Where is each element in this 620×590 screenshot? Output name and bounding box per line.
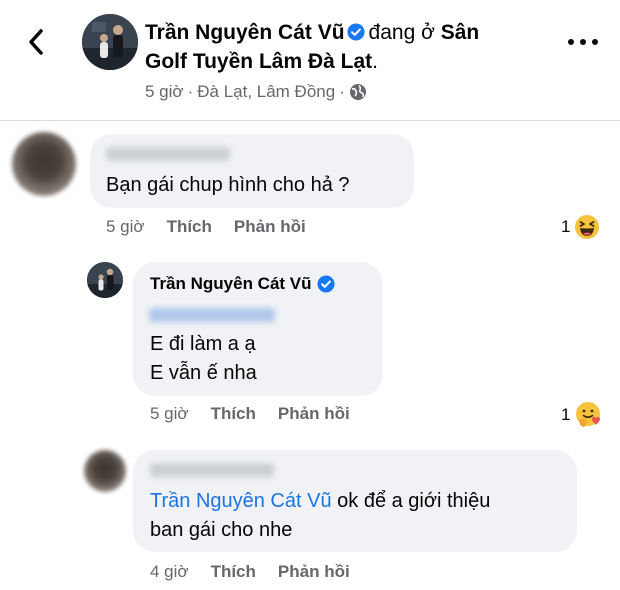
reply-time[interactable]: 5 giờ <box>150 404 189 424</box>
post-header-text: Trần Nguyên Cát Vũ đang ở Sân Golf Tuyền L… <box>145 18 555 76</box>
verified-badge-icon <box>346 23 365 41</box>
more-dot <box>580 39 586 45</box>
checkin-prefix: đang ở <box>368 21 435 44</box>
reply-author-name[interactable]: Trần Nguyên Cát Vũ <box>150 274 312 294</box>
replier-photo <box>87 262 123 298</box>
reaction-summary[interactable]: 1 <box>561 214 600 240</box>
like-button[interactable]: Thích <box>211 562 256 582</box>
reply-text-rest: ok để a giới thiệu <box>331 490 491 512</box>
back-button[interactable] <box>22 26 50 58</box>
author-photo <box>82 14 138 70</box>
comment-actions: 5 giờ Thích Phản hồi <box>106 217 328 237</box>
location-line2[interactable]: Golf Tuyền Lâm Đà Lạt <box>145 50 372 73</box>
comment-bubble: Bạn gái chup hình cho hả ? <box>90 134 414 208</box>
mentioned-user[interactable]: Trần Nguyên Cát Vũ <box>150 490 332 512</box>
blurred-commenter-name <box>106 147 230 161</box>
meta-separator-2: · <box>339 82 345 101</box>
comment-time[interactable]: 5 giờ <box>106 217 145 237</box>
author-avatar[interactable] <box>82 14 138 70</box>
more-options-button[interactable] <box>568 34 598 50</box>
replier-avatar[interactable] <box>87 262 123 298</box>
header-divider <box>0 120 620 121</box>
location-end: . <box>372 50 378 73</box>
post-place[interactable]: Đà Lạt, Lâm Đồng <box>197 82 335 102</box>
blurred-tagged-name <box>149 308 275 322</box>
author-name[interactable]: Trần Nguyên Cát Vũ <box>145 21 345 44</box>
like-button[interactable]: Thích <box>211 404 256 424</box>
post-comments-screen: Trần Nguyên Cát Vũ đang ở Sân Golf Tuyền L… <box>0 0 620 590</box>
reply-actions: 4 giờ Thích Phản hồi <box>150 562 372 582</box>
reply-bubble: Trần Nguyên Cát Vũ ok để a giới thiệu ba… <box>133 450 577 552</box>
verified-badge-icon <box>316 275 335 293</box>
like-button[interactable]: Thích <box>167 217 212 237</box>
reaction-count: 1 <box>561 405 571 424</box>
care-reaction-icon <box>576 402 601 427</box>
reply-line-1: Trần Nguyên Cát Vũ ok để a giới thiệu <box>150 486 490 517</box>
reply-line-1: E đi làm a ạ <box>150 333 256 355</box>
post-meta: 5 giờ · Đà Lạt, Lâm Đồng · <box>145 82 367 102</box>
reply-author: Trần Nguyên Cát Vũ <box>150 274 335 294</box>
blurred-commenter-name <box>150 463 274 477</box>
location-line1[interactable]: Sân <box>441 21 480 44</box>
more-dot <box>568 39 574 45</box>
reply-button[interactable]: Phản hồi <box>278 562 350 582</box>
reaction-summary[interactable]: 1 <box>561 401 602 429</box>
commenter-avatar[interactable] <box>12 132 76 196</box>
reply-bubble: Trần Nguyên Cát Vũ E đi làm a ạ E vẫn ế … <box>133 262 383 396</box>
commenter-avatar[interactable] <box>84 450 126 492</box>
back-arrow-icon <box>29 29 43 55</box>
globe-icon <box>349 84 366 100</box>
reply-line-2: ban gái cho nhe <box>150 519 293 541</box>
haha-reaction-icon <box>575 215 600 239</box>
meta-separator: · <box>187 82 194 101</box>
reply-time[interactable]: 4 giờ <box>150 562 189 582</box>
reply-button[interactable]: Phản hồi <box>234 217 306 237</box>
post-time[interactable]: 5 giờ <box>145 82 184 102</box>
more-dot <box>592 39 598 45</box>
reply-actions: 5 giờ Thích Phản hồi <box>150 404 372 424</box>
reply-line-2: E vẫn ế nha <box>150 362 257 384</box>
reply-button[interactable]: Phản hồi <box>278 404 350 424</box>
reaction-count: 1 <box>561 217 571 236</box>
comment-text: Bạn gái chup hình cho hả ? <box>106 174 350 196</box>
